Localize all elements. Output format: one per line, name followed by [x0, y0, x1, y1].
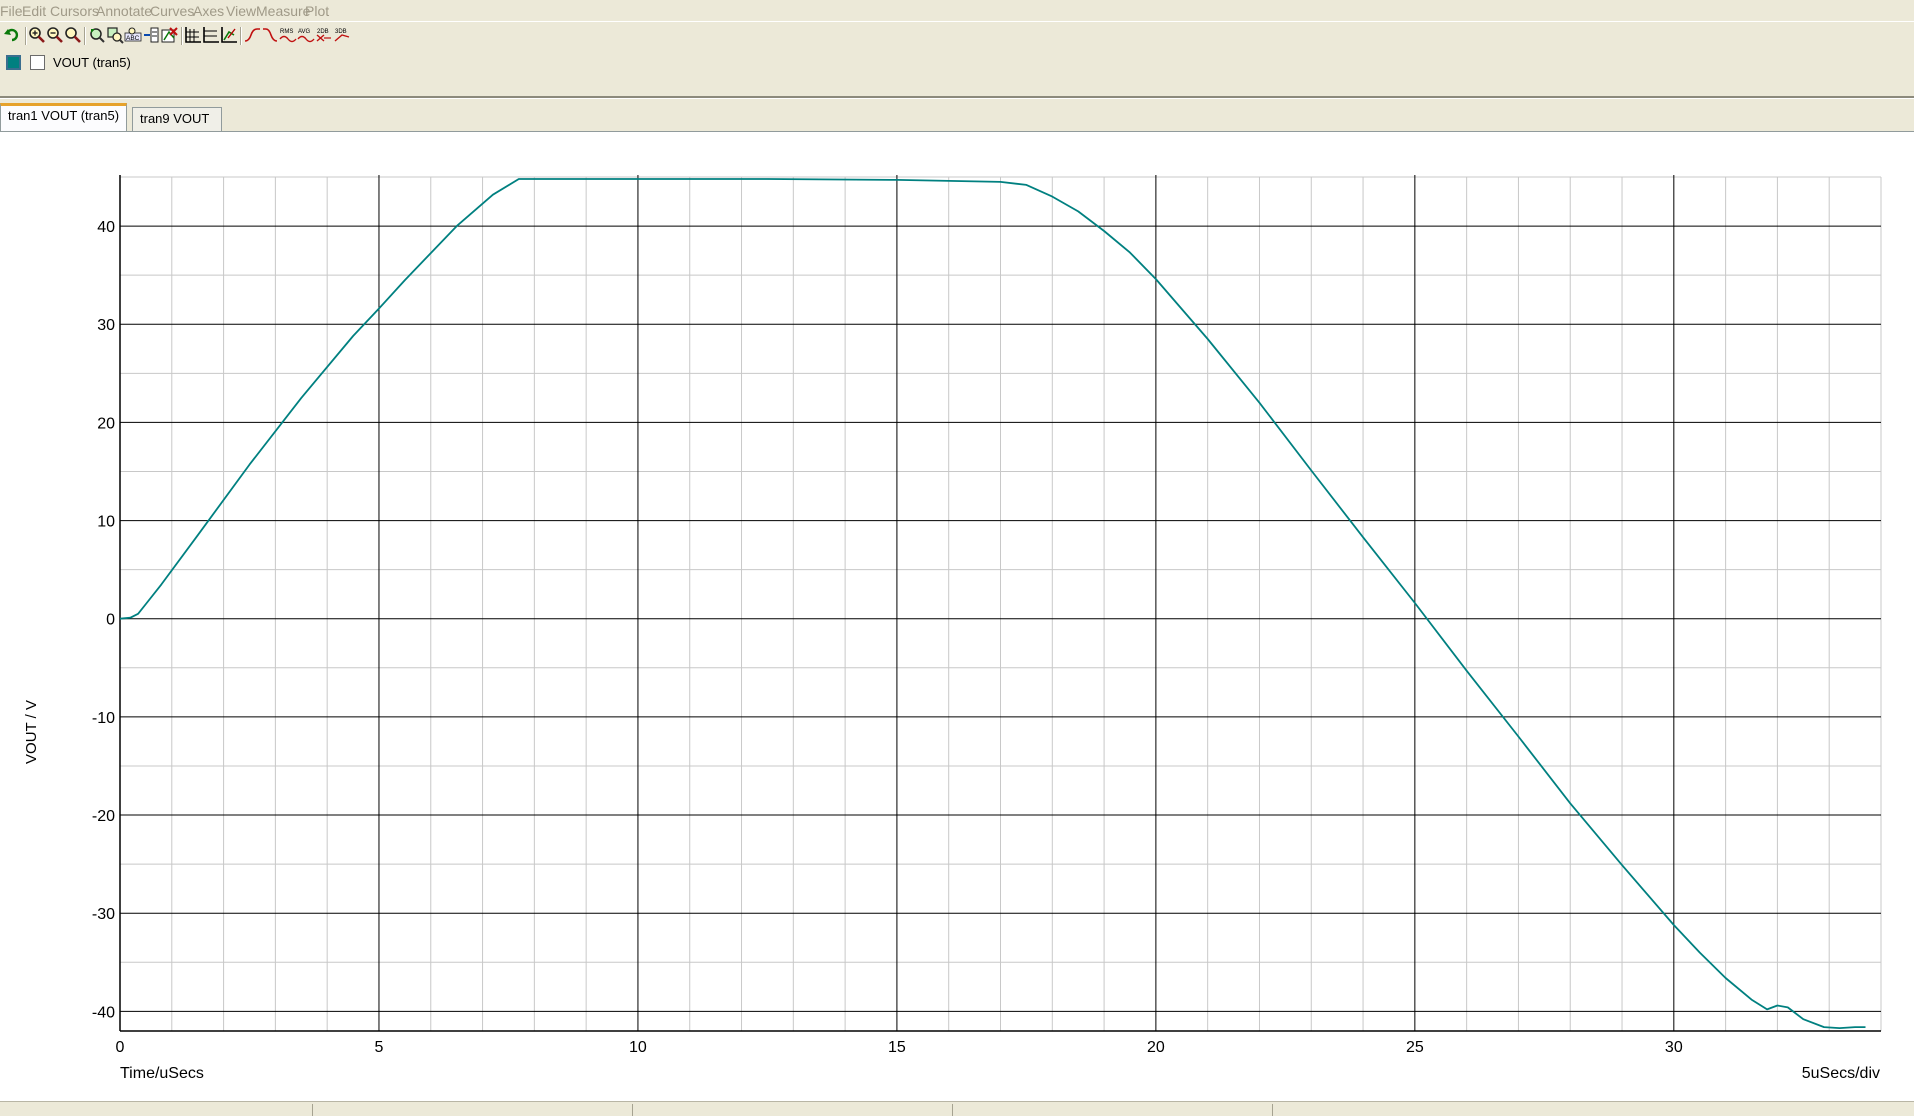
graph-tabs: tran1 VOUT (tran5) tran9 VOUT — [0, 103, 600, 131]
y-tick-label: -40 — [92, 1004, 115, 1021]
series-line-0 — [119, 178, 1866, 1029]
y-tick-label: 0 — [106, 612, 115, 629]
rise-edge-icon[interactable] — [242, 25, 262, 45]
delete-curve-icon[interactable] — [159, 25, 179, 45]
x-tick-label: 0 — [116, 1039, 125, 1056]
db3-icon[interactable]: 3DB — [332, 25, 352, 45]
zoom-abc-icon[interactable]: ABC — [123, 25, 143, 45]
rms-icon-text: RMS — [280, 29, 293, 35]
y-tick-label: -30 — [92, 906, 115, 923]
menu-curves[interactable]: Curves — [150, 3, 194, 19]
x-tick-label: 20 — [1147, 1039, 1165, 1056]
y-tick-label: 20 — [97, 415, 115, 432]
toolbar-divider — [0, 96, 1914, 99]
y-axis-label: VOUT / V — [23, 700, 40, 764]
x-tick-label: 10 — [629, 1039, 647, 1056]
curve-label[interactable]: VOUT (tran5) — [53, 55, 131, 70]
division-label: 5uSecs/div — [1802, 1065, 1880, 1082]
menu-annotate[interactable]: Annotate — [96, 3, 152, 19]
grid-icon[interactable] — [183, 25, 203, 45]
y-tick-label: 30 — [97, 317, 115, 334]
fall-edge-icon[interactable] — [260, 25, 280, 45]
tab-tran1-vout[interactable]: tran1 VOUT (tran5) — [0, 103, 128, 131]
menu-edit[interactable]: Edit — [22, 3, 46, 19]
menu-bar: File Edit Cursors Annotate Curves Axes V… — [0, 0, 1914, 22]
menu-cursors[interactable]: Cursors — [50, 3, 99, 19]
rms-icon[interactable]: RMS — [278, 25, 298, 45]
menu-plot[interactable]: Plot — [305, 3, 329, 19]
tab-tran9-vout[interactable]: tran9 VOUT — [132, 107, 222, 131]
add-curve-icon[interactable] — [141, 25, 161, 45]
avg-icon-text: AVG — [298, 29, 311, 35]
curve-visibility-checkbox[interactable] — [30, 55, 45, 70]
x-axis-label: Time/uSecs — [120, 1065, 204, 1082]
minor-grid — [120, 176, 1882, 1031]
y-tick-label: 10 — [97, 514, 115, 531]
db3-icon-text: 3DB — [335, 29, 347, 35]
db2-icon-text: 2DB — [317, 29, 329, 35]
zoom-fit-icon[interactable] — [63, 25, 83, 45]
zoom-out-icon[interactable] — [45, 25, 65, 45]
status-bar — [0, 1101, 1914, 1116]
y-tick-label: -10 — [92, 710, 115, 727]
menu-axes[interactable]: Axes — [193, 3, 224, 19]
plot-area[interactable]: 0 5 10 15 20 25 30 -40 -30 -20 -10 0 10 20 30 40 VOUT … — [0, 131, 1914, 1101]
x-tick-label: 30 — [1665, 1039, 1683, 1056]
x-tick-label: 5 — [375, 1039, 384, 1056]
grid-lines-icon[interactable] — [201, 25, 221, 45]
undo-icon[interactable] — [2, 25, 22, 45]
waveform-chart[interactable]: 0 5 10 15 20 25 30 -40 -30 -20 -10 0 10 20 30 40 VOUT … — [0, 132, 1914, 1102]
zoom-box-icon[interactable] — [105, 25, 125, 45]
y-tick-label: -20 — [92, 808, 115, 825]
y-tick-label: 40 — [97, 219, 115, 236]
menu-file[interactable]: File — [0, 3, 23, 19]
menu-measure[interactable]: Measure — [256, 3, 310, 19]
x-tick-label: 25 — [1406, 1039, 1424, 1056]
curve-legend: VOUT (tran5) — [0, 52, 600, 74]
avg-icon[interactable]: AVG — [296, 25, 316, 45]
x-tick-labels: 0 5 10 15 20 25 30 — [116, 1039, 1683, 1056]
curve-color-swatch[interactable] — [6, 55, 21, 70]
axis-icon[interactable] — [219, 25, 239, 45]
zoom-area-icon[interactable] — [87, 25, 107, 45]
menu-view[interactable]: View — [226, 3, 256, 19]
toolbar: ABC RMS AVG 2DB 3DB — [0, 23, 1914, 49]
svg-text:ABC: ABC — [126, 35, 140, 42]
db2-icon[interactable]: 2DB — [314, 25, 334, 45]
zoom-in-icon[interactable] — [27, 25, 47, 45]
series-layer — [119, 178, 1866, 1029]
x-tick-label: 15 — [888, 1039, 906, 1056]
y-tick-labels: -40 -30 -20 -10 0 10 20 30 40 — [92, 219, 115, 1021]
